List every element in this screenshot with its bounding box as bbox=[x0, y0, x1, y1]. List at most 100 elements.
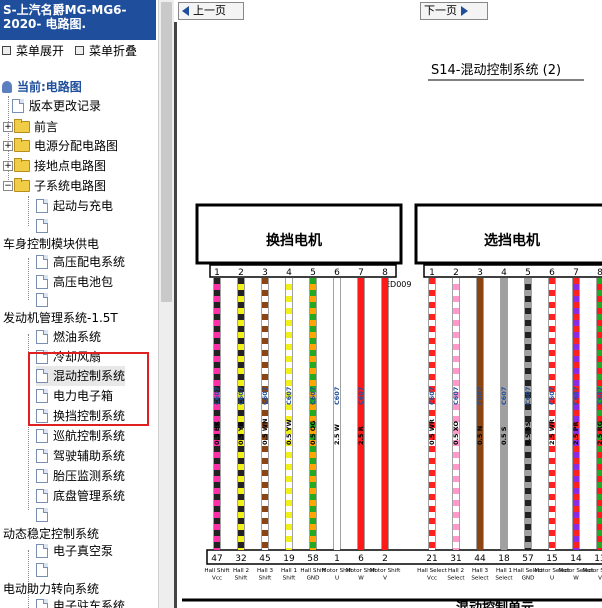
far-pin-number: 47 bbox=[211, 554, 222, 564]
collapse-all-label: 菜单折叠 bbox=[89, 43, 138, 58]
scrollbar-thumb[interactable] bbox=[161, 2, 172, 302]
tree-item-hv-battery[interactable]: 高压电池包 bbox=[36, 272, 113, 292]
folder-open-icon bbox=[14, 178, 30, 192]
pin-function-label: Hall 3 bbox=[257, 568, 274, 574]
expand-all-button[interactable]: 菜单展开 bbox=[2, 42, 64, 58]
wire-label: 2.5 RG bbox=[596, 421, 602, 445]
wire-code: C607 bbox=[596, 387, 602, 405]
page-icon bbox=[36, 330, 48, 344]
far-pin-number: 57 bbox=[522, 554, 533, 564]
wire-label: 2.5 R bbox=[357, 426, 365, 445]
wire-label: 2.5 PR bbox=[572, 421, 580, 445]
tree-item-blank-3[interactable] bbox=[36, 505, 53, 525]
tree-item-blank-2[interactable] bbox=[36, 290, 53, 310]
far-pin-number: 15 bbox=[546, 554, 557, 564]
wire-code: C607 bbox=[309, 387, 317, 405]
folder-icon bbox=[14, 138, 30, 152]
tree-item-label: 电子驻车系统 bbox=[53, 599, 126, 608]
tree-item-cruise[interactable]: 巡航控制系统 bbox=[36, 426, 125, 446]
wire-code: C607 bbox=[524, 387, 532, 405]
wire-label: 0.5 XO bbox=[452, 420, 460, 445]
tree-item-blank-4[interactable] bbox=[36, 560, 53, 580]
wire-code: C607 bbox=[357, 387, 365, 405]
expand-toggle-icon[interactable]: + bbox=[3, 161, 13, 171]
page-icon bbox=[36, 429, 48, 443]
page-icon bbox=[36, 255, 48, 269]
far-pin-number: 19 bbox=[283, 554, 295, 564]
wire-code: C607 bbox=[476, 387, 484, 405]
tree-item-hv-distribution[interactable]: 高压配电系统 bbox=[36, 252, 125, 272]
wire-code: C607 bbox=[285, 387, 293, 405]
wire-label: 0.5 WR bbox=[428, 419, 436, 445]
pin-function-label: V bbox=[598, 576, 602, 582]
far-pin-number: 31 bbox=[450, 554, 461, 564]
pin-function-label: Vcc bbox=[212, 576, 222, 582]
pin-function-label: Select bbox=[495, 576, 513, 582]
wire-label: 0.5 BS bbox=[524, 421, 532, 445]
tree-item-label: 版本更改记录 bbox=[29, 99, 102, 113]
page-icon bbox=[36, 469, 48, 483]
sidebar: S-上汽名爵MG-MG6-2020- 电路图. 菜单展开 菜单折叠 当前:电路图… bbox=[0, 0, 158, 608]
tree-item-fuel[interactable]: 燃油系统 bbox=[36, 327, 101, 347]
app-title: S-上汽名爵MG-MG6-2020- 电路图. bbox=[0, 0, 156, 40]
tree-item-label: 高压电池包 bbox=[53, 275, 114, 289]
far-pin-number: 13 bbox=[594, 554, 602, 564]
pin-function-label: Hall 2 bbox=[233, 568, 249, 574]
tree-item-label: 发动机管理系统-1.5T bbox=[3, 311, 118, 325]
pin-function-label: Hall 1 bbox=[281, 568, 298, 574]
page-icon bbox=[36, 449, 48, 463]
tree-item-epb[interactable]: 电子驻车系统 bbox=[36, 596, 125, 608]
diagram-pane: 上一页 下一页 S14-混动控制系统 (2) 换挡电机 选挡电机 ED009 1… bbox=[174, 0, 602, 608]
wire-code: C607 bbox=[572, 387, 580, 405]
pin-number: 7 bbox=[573, 268, 579, 278]
connector-ref: ED009 bbox=[385, 280, 411, 289]
tree-item-ground[interactable]: + 接地点电路图 bbox=[3, 156, 106, 176]
module-name-select-motor: 选挡电机 bbox=[484, 232, 540, 249]
page-icon bbox=[36, 275, 48, 289]
pin-function-label: U bbox=[335, 576, 339, 582]
pin-function-label: Select bbox=[471, 576, 489, 582]
wire-code: C607 bbox=[500, 387, 508, 405]
far-pin-number: 2 bbox=[382, 554, 388, 564]
pin-number: 3 bbox=[477, 268, 483, 278]
pin-number: 4 bbox=[501, 268, 507, 278]
wire-code: C607 bbox=[548, 387, 556, 405]
tree-item-vacuum-pump[interactable]: 电子真空泵 bbox=[36, 541, 113, 561]
tree-item-tpms[interactable]: 胎压监测系统 bbox=[36, 466, 125, 486]
tree-item-bcm[interactable]: 车身控制模块供电 bbox=[3, 234, 99, 254]
tree-item-label: 燃油系统 bbox=[53, 330, 102, 344]
tree-item-label: 起动与充电 bbox=[53, 199, 114, 213]
pin-function-label: Hall 1 bbox=[496, 568, 513, 574]
tree-item-chassis[interactable]: 底盘管理系统 bbox=[36, 486, 125, 506]
pin-number: 1 bbox=[214, 268, 220, 278]
tree-item-label: 驾驶辅助系统 bbox=[53, 449, 126, 463]
collapse-all-button[interactable]: 菜单折叠 bbox=[75, 42, 137, 58]
tree-item-label: 子系统电路图 bbox=[34, 179, 107, 193]
page-icon bbox=[36, 199, 48, 213]
pin-function-label: Hall Shift bbox=[204, 568, 230, 574]
pin-function-label: Hall Select bbox=[417, 568, 448, 574]
tree-item-engine[interactable]: 发动机管理系统-1.5T bbox=[3, 308, 118, 328]
wire-code: C607 bbox=[237, 387, 245, 405]
page-icon bbox=[36, 563, 48, 577]
pin-number: 4 bbox=[286, 268, 292, 278]
tree-item-power-distribution[interactable]: + 电源分配电路图 bbox=[3, 136, 118, 156]
pin-function-label: Motor Shift bbox=[370, 568, 401, 574]
tree-item-adas[interactable]: 驾驶辅助系统 bbox=[36, 446, 125, 466]
tree-item-blank-1[interactable] bbox=[36, 216, 53, 236]
far-pin-number: 21 bbox=[426, 554, 437, 564]
pin-function-label: Select bbox=[447, 576, 465, 582]
tree-item-preface[interactable]: + 前言 bbox=[3, 117, 58, 137]
collapse-toggle-icon[interactable]: − bbox=[3, 181, 13, 191]
sidebar-scrollbar[interactable] bbox=[158, 0, 174, 608]
far-pin-number: 14 bbox=[570, 554, 582, 564]
expand-toggle-icon[interactable]: + bbox=[3, 122, 13, 132]
tree-item-starting[interactable]: 起动与充电 bbox=[36, 196, 113, 216]
tree-item-version[interactable]: 版本更改记录 bbox=[12, 96, 101, 116]
wire-code: C607 bbox=[213, 387, 221, 405]
far-pin-number: 18 bbox=[498, 554, 510, 564]
tree-current[interactable]: 当前:电路图 bbox=[2, 77, 82, 97]
pin-number: 3 bbox=[262, 268, 268, 278]
tree-item-subsystem[interactable]: − 子系统电路图 bbox=[3, 176, 106, 196]
expand-toggle-icon[interactable]: + bbox=[3, 141, 13, 151]
